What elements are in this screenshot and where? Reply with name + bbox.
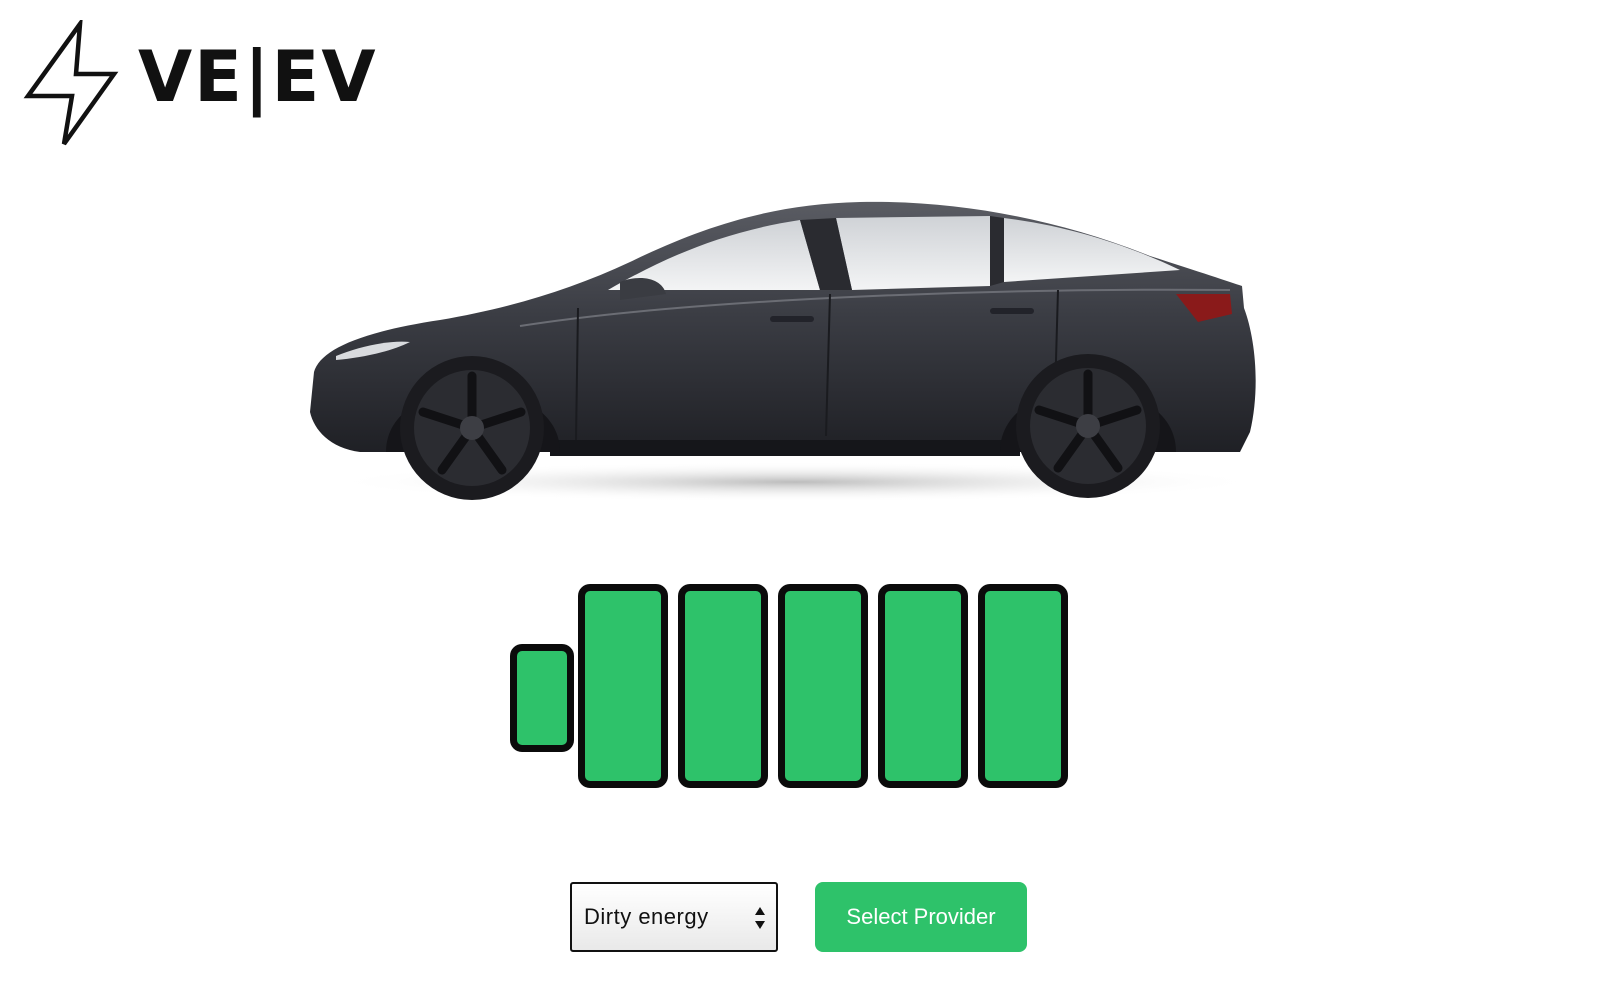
energy-type-selected-value: Dirty energy — [584, 904, 709, 929]
battery-cell — [778, 584, 868, 788]
page: VE|EV Dirty energy Select Provider — [0, 0, 1600, 998]
battery-cell — [678, 584, 768, 788]
select-arrows-icon — [755, 907, 765, 929]
select-provider-button[interactable]: Select Provider — [815, 882, 1027, 952]
battery-indicator — [510, 584, 1090, 794]
brand-logo[interactable]: VE|EV — [22, 20, 382, 150]
energy-type-select[interactable]: Dirty energy — [570, 882, 778, 952]
logo-wordmark: VE|EV — [138, 36, 378, 118]
battery-terminal — [510, 644, 574, 752]
battery-cell — [878, 584, 968, 788]
car-image — [310, 201, 1265, 502]
lightning-bolt-icon — [23, 20, 119, 146]
rear-wheel — [1016, 354, 1160, 498]
battery-cell — [578, 584, 668, 788]
battery-cell — [978, 584, 1068, 788]
front-wheel — [400, 356, 544, 500]
